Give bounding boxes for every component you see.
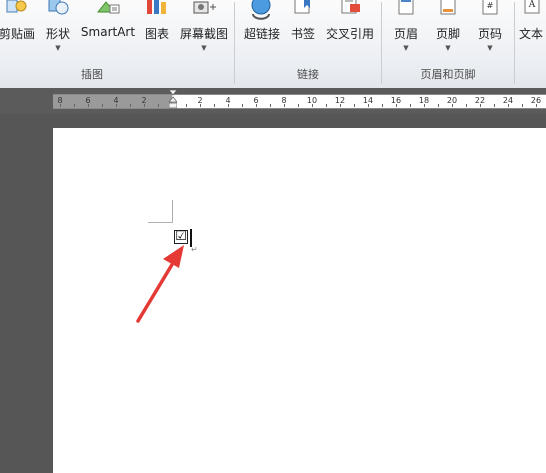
annotation-arrow [136,245,184,323]
